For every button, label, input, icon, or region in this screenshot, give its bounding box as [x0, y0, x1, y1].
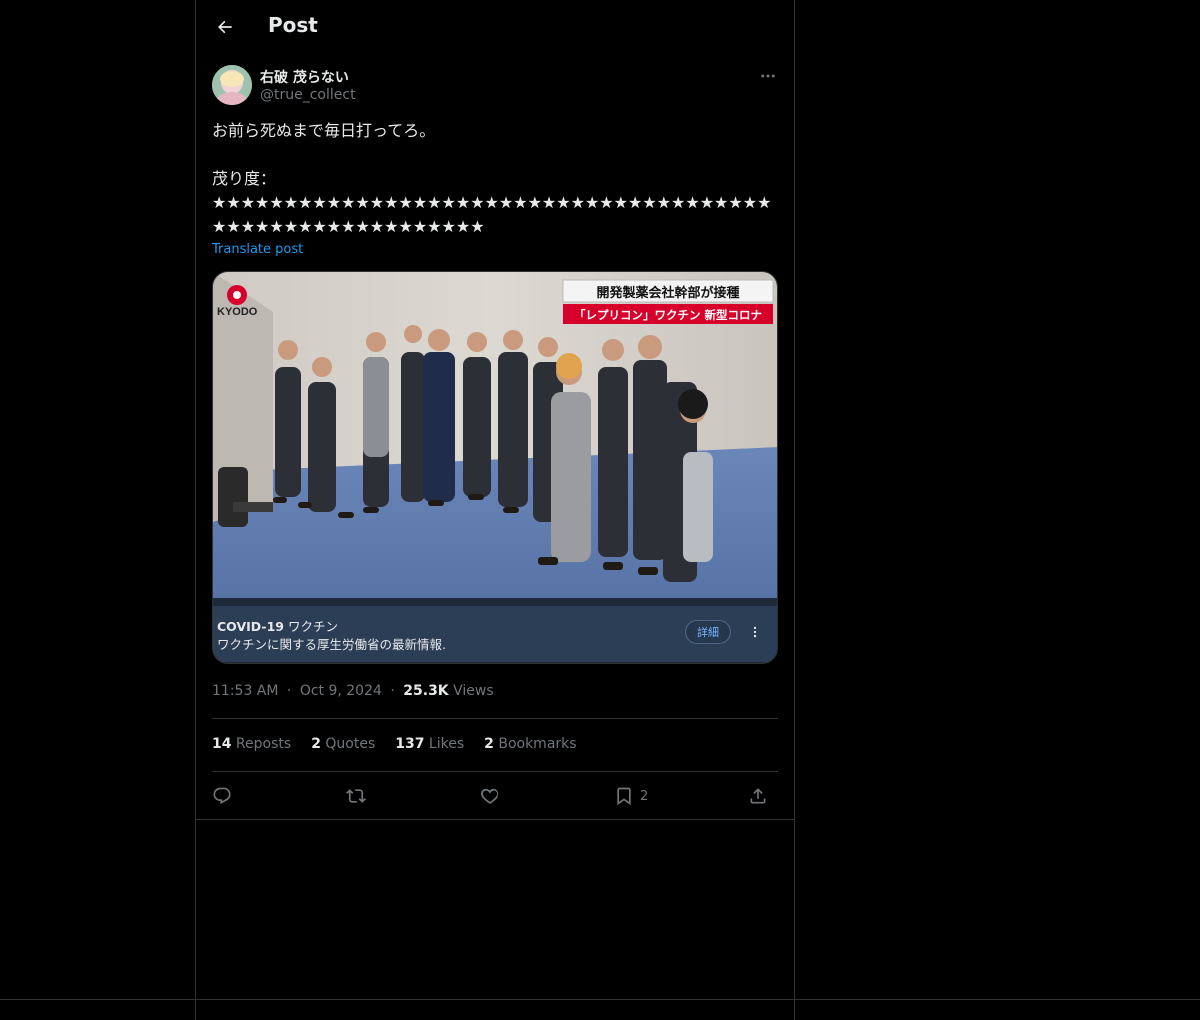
quotes-label: Quotes: [320, 736, 376, 752]
bookmarks-label: Bookmarks: [493, 736, 577, 752]
meta-separator-1: ·: [286, 683, 292, 699]
quotes-count: 2: [311, 736, 321, 752]
bookmarks-count: 2: [484, 736, 494, 752]
notice-title-rest: ワクチン: [283, 619, 338, 634]
arrow-left-icon: [218, 20, 232, 34]
bookmark-button[interactable]: 2: [614, 782, 648, 810]
more-options-button[interactable]: [758, 66, 778, 86]
divider: [212, 718, 778, 719]
author-display-name[interactable]: 右破 茂らない: [260, 67, 349, 87]
more-vertical-icon: [753, 626, 757, 638]
bookmark-count: 2: [640, 788, 649, 804]
notice-title: COVID-19 ワクチン: [217, 616, 338, 635]
meta-separator-2: ·: [390, 683, 395, 699]
notice-title-bold: COVID-19: [217, 619, 284, 634]
repost-button[interactable]: [346, 782, 366, 810]
views-count: 25.3K: [403, 683, 449, 699]
likes-stat[interactable]: 137 Likes: [395, 736, 464, 752]
share-icon: [750, 788, 766, 804]
share-button[interactable]: [748, 782, 768, 810]
post-meta: 11:53 AM · Oct 9, 2024 · 25.3K Views: [212, 683, 494, 699]
header: Post: [196, 0, 794, 54]
reposts-stat[interactable]: 14 Reposts: [212, 736, 291, 752]
avatar-image: [212, 65, 252, 105]
back-button[interactable]: [208, 10, 242, 44]
covid-notice-banner: COVID-19 ワクチン ワクチンに関する厚生労働省の最新情報. 詳細: [213, 606, 777, 662]
post-detail-column: Post 右破 茂らない @true_collect お前ら死ぬまで毎日打ってろ…: [195, 0, 795, 1020]
media-photo[interactable]: KYODO 開発製薬会社幹部が接種 「レプリコン」ワクチン 新型コロナ: [213, 272, 778, 598]
reply-button[interactable]: [212, 782, 232, 810]
bookmarks-stat[interactable]: 2 Bookmarks: [484, 736, 576, 752]
reposts-count: 14: [212, 736, 232, 752]
caption-line-1: 開発製薬会社幹部が接種: [596, 285, 739, 301]
notice-subtitle: ワクチンに関する厚生労働省の最新情報.: [217, 637, 446, 652]
kyodo-logo-text: KYODO: [217, 306, 258, 318]
bottom-rule: [0, 999, 1200, 1000]
like-button[interactable]: [480, 782, 500, 810]
likes-label: Likes: [424, 736, 465, 752]
notice-details-button[interactable]: 詳細: [685, 620, 731, 644]
post-actions: 2: [212, 782, 778, 810]
post-date[interactable]: Oct 9, 2024: [300, 683, 382, 699]
heart-icon: [481, 788, 499, 804]
post-bottom-border: [196, 819, 794, 820]
caption-line-2: 「レプリコン」ワクチン 新型コロナ: [574, 308, 762, 322]
reply-icon: [213, 787, 231, 804]
views-label: Views: [448, 683, 494, 699]
likes-count: 137: [395, 736, 425, 752]
post-author: 右破 茂らない @true_collect: [212, 64, 778, 108]
post-media[interactable]: KYODO 開発製薬会社幹部が接種 「レプリコン」ワクチン 新型コロナ COVI…: [212, 271, 778, 664]
more-horizontal-icon: [761, 74, 775, 78]
page-title: Post: [268, 13, 318, 37]
quotes-stat[interactable]: 2 Quotes: [311, 736, 375, 752]
post-text: お前ら死ぬまで毎日打ってろ。 茂り度： ★★★★★★★★★★★★★★★★★★★★…: [212, 121, 772, 236]
bookmark-icon: [617, 787, 631, 806]
repost-icon: [346, 789, 366, 803]
avatar[interactable]: [212, 65, 252, 105]
notice-more-button[interactable]: [747, 624, 763, 640]
post-stats: 14 Reposts 2 Quotes 137 Likes 2 Bookmark…: [212, 736, 577, 752]
translate-post-link[interactable]: Translate post: [212, 242, 303, 257]
author-handle[interactable]: @true_collect: [260, 87, 356, 103]
post-time[interactable]: 11:53 AM: [212, 683, 278, 699]
reposts-label: Reposts: [231, 736, 292, 752]
divider: [212, 771, 778, 772]
